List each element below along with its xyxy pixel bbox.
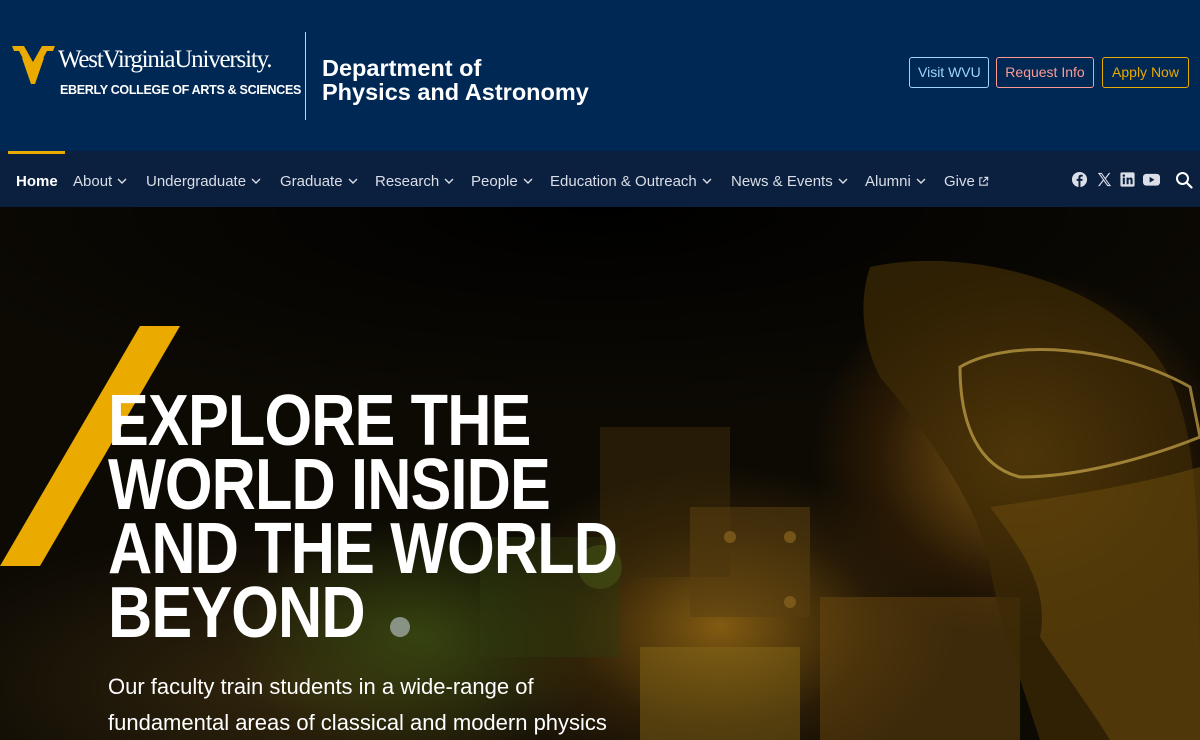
flying-wv-icon — [12, 46, 55, 84]
nav-item-label: Education & Outreach — [550, 172, 697, 190]
chevron-down-icon — [348, 178, 358, 184]
nav-item-undergraduate[interactable]: Undergraduate — [146, 171, 261, 191]
main-navigation: Home About Undergraduate Graduate Resear… — [0, 151, 1200, 207]
hero-headline-line: EXPLORE THE — [108, 381, 531, 461]
header-divider — [305, 32, 306, 120]
nav-item-graduate[interactable]: Graduate — [280, 171, 358, 191]
chevron-down-icon — [251, 178, 261, 184]
apply-now-button[interactable]: Apply Now — [1102, 57, 1189, 88]
nav-item-label: News & Events — [731, 172, 833, 190]
nav-item-label: Home — [16, 172, 58, 190]
external-link-icon — [979, 176, 989, 186]
site-header: WestVirginiaUniversity. EBERLY COLLEGE O… — [0, 0, 1200, 151]
hero-subtext: Our faculty train students in a wide-ran… — [108, 669, 668, 740]
nav-item-news-events[interactable]: News & Events — [731, 171, 848, 191]
chevron-down-icon — [916, 178, 926, 184]
nav-item-label: People — [471, 172, 518, 190]
nav-item-label: Graduate — [280, 172, 343, 190]
hero-subtext-line: Our faculty train students in a wide-ran… — [108, 674, 534, 699]
chevron-down-icon — [117, 178, 127, 184]
hero-headline-line: BEYOND — [108, 573, 366, 653]
hero-subtext-line: fundamental areas of classical and moder… — [108, 710, 607, 735]
hero-headline-line: WORLD INSIDE — [108, 445, 551, 525]
visit-wvu-button[interactable]: Visit WVU — [909, 57, 989, 88]
nav-item-label: Give — [944, 172, 975, 190]
hero-banner: EXPLORE THE WORLD INSIDE AND THE WORLD B… — [0, 207, 1200, 740]
nav-active-indicator — [8, 151, 65, 154]
request-info-button[interactable]: Request Info — [996, 57, 1094, 88]
nav-item-home[interactable]: Home — [16, 171, 58, 191]
logo-wordmark: WestVirginiaUniversity. — [58, 46, 272, 73]
nav-item-people[interactable]: People — [471, 171, 533, 191]
chevron-down-icon — [838, 178, 848, 184]
nav-item-label: About — [73, 172, 113, 190]
chevron-down-icon — [523, 178, 533, 184]
department-title[interactable]: Department of Physics and Astronomy — [322, 56, 589, 104]
linkedin-icon[interactable] — [1119, 171, 1136, 188]
nav-item-label: Alumni — [865, 172, 911, 190]
logo-college-name: EBERLY COLLEGE OF ARTS & SCIENCES — [60, 83, 302, 97]
hero-headline: EXPLORE THE WORLD INSIDE AND THE WORLD B… — [108, 381, 618, 653]
nav-item-about[interactable]: About — [73, 171, 127, 191]
search-icon[interactable] — [1175, 171, 1193, 189]
nav-item-research[interactable]: Research — [375, 171, 454, 191]
nav-item-education-outreach[interactable]: Education & Outreach — [550, 171, 712, 191]
nav-item-label: Research — [375, 172, 440, 190]
hero-headline-line: AND THE WORLD — [108, 509, 618, 589]
facebook-icon[interactable] — [1071, 171, 1088, 188]
chevron-down-icon — [444, 178, 454, 184]
department-title-line1: Department of — [322, 55, 482, 81]
nav-item-give[interactable]: Give — [944, 171, 989, 191]
x-icon[interactable] — [1096, 171, 1113, 188]
wvu-logo[interactable]: WestVirginiaUniversity. EBERLY COLLEGE O… — [12, 44, 302, 104]
nav-item-label: Undergraduate — [146, 172, 247, 190]
chevron-down-icon — [702, 178, 712, 184]
youtube-icon[interactable] — [1142, 171, 1161, 188]
nav-item-alumni[interactable]: Alumni — [865, 171, 926, 191]
department-title-line2: Physics and Astronomy — [322, 79, 589, 105]
